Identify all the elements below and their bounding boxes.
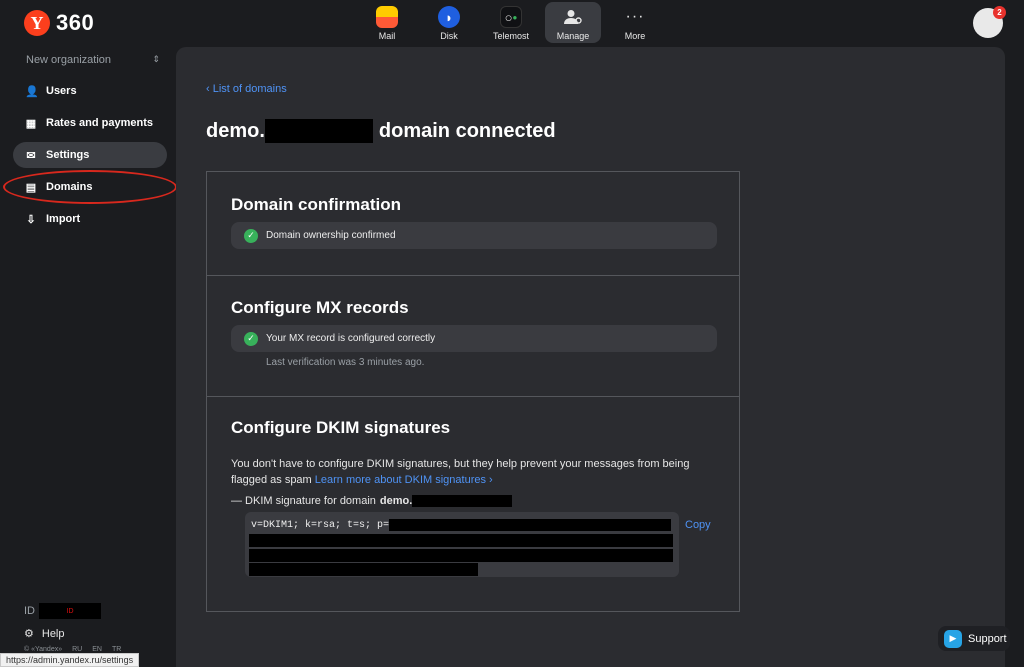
user-icon: 👤 — [25, 85, 39, 98]
lang-en[interactable]: EN — [92, 646, 102, 653]
back-to-domains-link[interactable]: ‹ List of domains — [206, 83, 287, 95]
section-title: Configure MX records — [231, 298, 409, 317]
notification-badge: 2 — [993, 6, 1006, 19]
more-icon: ··· — [625, 8, 645, 25]
organization-switcher[interactable]: New organization ⇕ — [26, 54, 160, 66]
dkim-signature-value[interactable]: v=DKIM1; k=rsa; t=s; p= — [245, 512, 679, 577]
support-button[interactable]: ▶ Support — [938, 626, 1010, 651]
browser-status-url: https://admin.yandex.ru/settings — [0, 653, 140, 667]
sidebar-item-label: Settings — [46, 149, 90, 161]
title-suffix: domain connected — [378, 119, 556, 142]
redacted-key — [249, 563, 478, 576]
check-icon: ✓ — [244, 331, 258, 346]
dkim-domain: demo. — [379, 495, 413, 507]
dkim-prefix: v=DKIM1; k=rsa; t=s; p= — [251, 519, 390, 531]
sidebar-item-label: Domains — [46, 181, 93, 193]
mx-status: ✓ Your MX record is configured correctly — [231, 325, 717, 352]
nav-more[interactable]: ··· More — [607, 2, 663, 43]
nav-manage[interactable]: Manage — [545, 2, 601, 43]
id-label: ID — [24, 605, 35, 617]
lang-ru[interactable]: RU — [72, 646, 82, 653]
yandex-logo-icon: Y — [24, 10, 50, 36]
section-title: Domain confirmation — [231, 195, 402, 214]
title-prefix: demo. — [206, 119, 265, 142]
redacted-domain — [412, 495, 513, 507]
manage-icon — [562, 6, 584, 28]
org-id: ID ID — [24, 603, 101, 619]
sidebar-item-domains[interactable]: ▤ Domains — [13, 174, 167, 200]
logo-text: 360 — [56, 10, 95, 35]
mail-icon — [376, 6, 398, 28]
sidebar-item-users[interactable]: 👤 Users — [13, 78, 167, 104]
last-verification: Last verification was 3 minutes ago. — [266, 357, 425, 368]
help-label: Help — [41, 627, 65, 640]
domain-confirmation-section: Domain confirmation ✓ Domain ownership c… — [207, 172, 739, 276]
mx-records-section: Configure MX records ✓ Your MX record is… — [207, 276, 739, 397]
nav-mail[interactable]: Mail — [359, 2, 415, 43]
help-link[interactable]: ⚙ Help — [24, 627, 65, 641]
sidebar-item-label: Import — [46, 213, 81, 225]
avatar[interactable]: 2 — [973, 6, 1006, 38]
sidebar-item-rates[interactable]: ▦ Rates and payments — [13, 110, 167, 136]
sidebar-item-import[interactable]: ⇩ Import — [13, 206, 167, 232]
page-title: demo. domain connected — [206, 119, 556, 143]
redacted-key — [389, 519, 672, 531]
domains-icon: ▤ — [25, 181, 37, 194]
nav-manage-label: Manage — [556, 31, 590, 41]
redacted-key — [249, 534, 673, 547]
learn-more-link[interactable]: Learn more about DKIM signatures › — [315, 474, 493, 486]
nav-telemost[interactable]: ○ ● Telemost — [483, 2, 539, 43]
confirmation-status: ✓ Domain ownership confirmed — [231, 222, 717, 249]
nav-disk[interactable]: ◗ Disk — [421, 2, 477, 43]
sidebar-item-settings[interactable]: ✉ Settings — [13, 142, 167, 168]
main-panel: ‹ List of domains demo. domain connected… — [176, 47, 1005, 667]
chevron-left-icon: ‹ — [206, 83, 213, 95]
status-text: Your MX record is configured correctly — [266, 333, 436, 344]
dkim-label-text: — DKIM signature for domain — [231, 495, 376, 507]
yandex-360-logo[interactable]: Y 360 — [24, 10, 94, 36]
nav-disk-label: Disk — [440, 31, 458, 41]
telemost-icon: ○ ● — [500, 6, 522, 28]
footer: © «Yandex» RU EN TR — [24, 646, 121, 653]
dkim-text: v=DKIM1; k=rsa; t=s; p= — [251, 519, 672, 531]
grid-icon: ▦ — [25, 117, 37, 130]
org-name: New organization — [26, 54, 111, 66]
copy-button[interactable]: Copy — [685, 519, 711, 531]
redacted-domain — [264, 119, 373, 143]
status-text: Domain ownership confirmed — [266, 230, 396, 241]
services-nav: Mail ◗ Disk ○ ● Telemost Manage ··· More — [359, 2, 663, 43]
import-icon: ⇩ — [26, 213, 36, 226]
help-icon: ⚙ — [24, 628, 34, 640]
section-title: Configure DKIM signatures — [231, 418, 451, 437]
sidebar-item-label: Rates and payments — [46, 117, 153, 129]
nav-telemost-label: Telemost — [492, 31, 529, 41]
copyright: © «Yandex» — [24, 646, 63, 653]
dkim-description: You don't have to configure DKIM signatu… — [231, 456, 721, 488]
org-id-redacted: ID — [39, 603, 101, 619]
redacted-key — [249, 549, 673, 562]
lang-tr[interactable]: TR — [112, 646, 121, 653]
nav-mail-label: Mail — [378, 31, 396, 41]
nav-more-label: More — [624, 31, 646, 41]
updown-chevron-icon: ⇕ — [152, 54, 160, 64]
support-label: Support — [968, 632, 1007, 645]
envelope-icon: ✉ — [26, 149, 36, 162]
sidebar-item-label: Users — [46, 85, 77, 97]
check-icon: ✓ — [244, 228, 258, 243]
back-link-label: List of domains — [212, 83, 287, 95]
dkim-signature-label: — DKIM signature for domain demo. — [231, 495, 513, 507]
disk-icon: ◗ — [438, 6, 460, 28]
play-icon: ▶ — [944, 629, 962, 648]
domain-settings-card: Domain confirmation ✓ Domain ownership c… — [206, 171, 740, 612]
